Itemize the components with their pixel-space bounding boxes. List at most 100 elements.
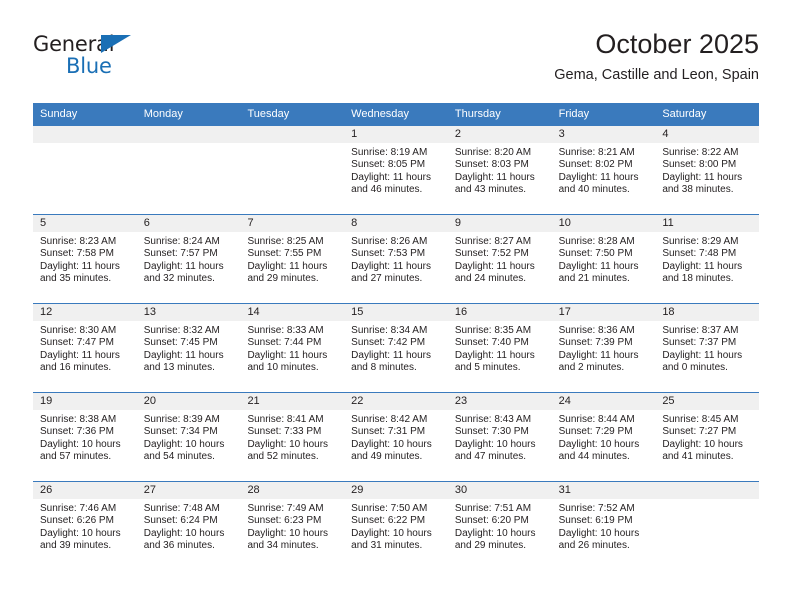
day-number: 8	[344, 215, 448, 232]
day-cell[interactable]: 31 Sunrise: 7:52 AM Sunset: 6:19 PM Dayligh…	[551, 482, 656, 570]
daylight-text-line1: Daylight: 11 hours	[143, 349, 224, 361]
day-cell[interactable]: 28 Sunrise: 7:49 AM Sunset: 6:23 PM Dayligh…	[240, 482, 345, 570]
day-sun-info: Sunrise: 8:41 AM Sunset: 7:33 PM Daylight:…	[240, 410, 344, 464]
day-number: 7	[240, 215, 345, 232]
day-cell[interactable]: 12 Sunrise: 8:30 AM Sunset: 7:47 PM Dayligh…	[33, 304, 137, 392]
daylight-text-line1: Daylight: 10 hours	[247, 438, 329, 450]
day-number: 18	[655, 304, 760, 321]
day-number: 9	[447, 215, 552, 232]
daylight-text-line1: Daylight: 10 hours	[40, 438, 121, 450]
day-cell[interactable]: 5 Sunrise: 8:23 AM Sunset: 7:58 PM Daylight…	[33, 215, 137, 303]
day-cell[interactable]: 25 Sunrise: 8:45 AM Sunset: 7:27 PM Dayligh…	[655, 393, 760, 481]
daylight-text-line1: Daylight: 11 hours	[662, 171, 743, 183]
sunrise-text: Sunrise: 8:43 AM	[454, 414, 532, 425]
day-cell[interactable]: 15 Sunrise: 8:34 AM Sunset: 7:42 PM Dayligh…	[344, 304, 448, 392]
sunset-text: Sunset: 7:53 PM	[351, 248, 426, 260]
day-cell[interactable]: 11 Sunrise: 8:29 AM Sunset: 7:48 PM Dayligh…	[655, 215, 760, 303]
day-cell[interactable]: 18 Sunrise: 8:37 AM Sunset: 7:37 PM Dayligh…	[655, 304, 760, 392]
title-block: October 2025 Gema, Castille and Leon, Sp…	[554, 28, 759, 84]
sunrise-text: Sunrise: 8:42 AM	[351, 414, 428, 425]
day-cell[interactable]: 13 Sunrise: 8:32 AM Sunset: 7:45 PM Dayligh…	[136, 304, 241, 392]
daylight-text-line1: Daylight: 10 hours	[247, 527, 329, 539]
day-sun-info: Sunrise: 8:30 AM Sunset: 7:47 PM Daylight:…	[33, 321, 137, 375]
daylight-text-line2: and 5 minutes.	[454, 362, 521, 374]
day-cell[interactable]: 7 Sunrise: 8:25 AM Sunset: 7:55 PM Daylight…	[240, 215, 345, 303]
daylight-text-line2: and 27 minutes.	[351, 273, 423, 285]
day-sun-info: Sunrise: 8:37 AM Sunset: 7:37 PM Daylight:…	[655, 321, 759, 375]
daylight-text-line2: and 52 minutes.	[247, 451, 319, 463]
day-cell[interactable]: 1 Sunrise: 8:19 AM Sunset: 8:05 PM Daylight…	[344, 126, 448, 214]
sunset-text: Sunset: 7:58 PM	[40, 248, 114, 260]
day-cell[interactable]: 29 Sunrise: 7:50 AM Sunset: 6:22 PM Dayligh…	[344, 482, 448, 570]
logo-text-general: General	[33, 32, 115, 56]
day-cell[interactable]: 23 Sunrise: 8:43 AM Sunset: 7:30 PM Dayligh…	[447, 393, 552, 481]
sunrise-text: Sunrise: 7:49 AM	[247, 503, 324, 514]
day-sun-info: Sunrise: 8:29 AM Sunset: 7:48 PM Daylight:…	[655, 232, 759, 286]
daylight-text-line2: and 39 minutes.	[40, 540, 112, 552]
day-number: 31	[551, 482, 656, 499]
daylight-text-line2: and 49 minutes.	[351, 451, 423, 463]
day-cell[interactable]: 27 Sunrise: 7:48 AM Sunset: 6:24 PM Dayligh…	[136, 482, 241, 570]
day-number: 28	[240, 482, 345, 499]
day-number: 19	[33, 393, 137, 410]
day-number: 23	[447, 393, 552, 410]
day-cell[interactable]: 8 Sunrise: 8:26 AM Sunset: 7:53 PM Daylight…	[344, 215, 448, 303]
day-cell[interactable]: 21 Sunrise: 8:41 AM Sunset: 7:33 PM Dayligh…	[240, 393, 345, 481]
day-cell[interactable]: 30 Sunrise: 7:51 AM Sunset: 6:20 PM Dayligh…	[447, 482, 552, 570]
sunset-text: Sunset: 7:31 PM	[351, 426, 426, 438]
sunrise-text: Sunrise: 8:45 AM	[662, 414, 739, 425]
daylight-text-line1: Daylight: 11 hours	[454, 171, 535, 183]
day-cell[interactable]: 10 Sunrise: 8:28 AM Sunset: 7:50 PM Dayligh…	[551, 215, 656, 303]
daylight-text-line2: and 18 minutes.	[662, 273, 734, 285]
page-title: October 2025	[595, 29, 759, 59]
calendar-week-row: 12 Sunrise: 8:30 AM Sunset: 7:47 PM Dayligh…	[33, 303, 760, 392]
daylight-text-line2: and 24 minutes.	[454, 273, 527, 285]
day-number: 25	[655, 393, 760, 410]
day-sun-info: Sunrise: 8:39 AM Sunset: 7:34 PM Daylight:…	[137, 410, 241, 464]
page-subtitle: Gema, Castille and Leon, Spain	[554, 67, 759, 83]
sunset-text: Sunset: 7:33 PM	[247, 426, 322, 438]
daylight-text-line1: Daylight: 11 hours	[351, 260, 432, 272]
sunrise-text: Sunrise: 8:34 AM	[351, 325, 428, 336]
day-cell[interactable]: 17 Sunrise: 8:36 AM Sunset: 7:39 PM Dayligh…	[551, 304, 656, 392]
day-cell[interactable]: 20 Sunrise: 8:39 AM Sunset: 7:34 PM Dayligh…	[136, 393, 241, 481]
day-cell[interactable]: 6 Sunrise: 8:24 AM Sunset: 7:57 PM Daylight…	[136, 215, 241, 303]
daylight-text-line1: Daylight: 10 hours	[40, 527, 121, 539]
daylight-text-line1: Daylight: 10 hours	[454, 527, 536, 539]
day-cell[interactable]: 14 Sunrise: 8:33 AM Sunset: 7:44 PM Dayligh…	[240, 304, 345, 392]
day-sun-info: Sunrise: 8:27 AM Sunset: 7:52 PM Daylight:…	[448, 232, 552, 286]
day-sun-info: Sunrise: 8:22 AM Sunset: 8:00 PM Daylight:…	[655, 143, 759, 197]
daylight-text-line2: and 0 minutes.	[662, 362, 728, 374]
day-cell[interactable]: 9 Sunrise: 8:27 AM Sunset: 7:52 PM Daylight…	[447, 215, 552, 303]
day-cell[interactable]: 26 Sunrise: 7:46 AM Sunset: 6:26 PM Dayligh…	[33, 482, 137, 570]
day-cell[interactable]: 22 Sunrise: 8:42 AM Sunset: 7:31 PM Dayligh…	[344, 393, 448, 481]
calendar-week-row: 1 Sunrise: 8:19 AM Sunset: 8:05 PM Daylight…	[33, 126, 760, 214]
day-cell[interactable]: 2 Sunrise: 8:20 AM Sunset: 8:03 PM Daylight…	[447, 126, 552, 214]
day-cell-empty	[655, 482, 760, 570]
daylight-text-line1: Daylight: 11 hours	[247, 260, 328, 272]
daylight-text-line2: and 10 minutes.	[247, 362, 319, 374]
day-sun-info: Sunrise: 8:45 AM Sunset: 7:27 PM Daylight:…	[655, 410, 759, 464]
day-number: 6	[136, 215, 241, 232]
day-sun-info: Sunrise: 8:26 AM Sunset: 7:53 PM Daylight:…	[344, 232, 448, 286]
day-cell[interactable]: 16 Sunrise: 8:35 AM Sunset: 7:40 PM Dayligh…	[447, 304, 552, 392]
sunrise-text: Sunrise: 8:30 AM	[40, 325, 117, 336]
daylight-text-line1: Daylight: 11 hours	[454, 260, 535, 272]
sunrise-text: Sunrise: 8:27 AM	[454, 236, 532, 247]
calendar-week-row: 5 Sunrise: 8:23 AM Sunset: 7:58 PM Daylight…	[33, 214, 760, 303]
sunset-text: Sunset: 8:03 PM	[454, 159, 529, 171]
day-cell[interactable]: 3 Sunrise: 8:21 AM Sunset: 8:02 PM Daylight…	[551, 126, 656, 214]
day-sun-info: Sunrise: 8:20 AM Sunset: 8:03 PM Daylight:…	[448, 143, 552, 197]
daylight-text-line2: and 36 minutes.	[143, 540, 215, 552]
sunset-text: Sunset: 7:40 PM	[454, 337, 529, 349]
sunset-text: Sunset: 6:23 PM	[247, 515, 322, 527]
daylight-text-line1: Daylight: 11 hours	[662, 260, 743, 272]
weekday-header-friday: Friday	[558, 108, 590, 120]
day-cell[interactable]: 19 Sunrise: 8:38 AM Sunset: 7:36 PM Dayligh…	[33, 393, 137, 481]
day-number	[240, 126, 345, 143]
daylight-text-line2: and 38 minutes.	[662, 184, 734, 196]
calendar-page: General Blue October 2025 Gema, Castille…	[0, 0, 792, 612]
day-cell[interactable]: 4 Sunrise: 8:22 AM Sunset: 8:00 PM Daylight…	[655, 126, 760, 214]
day-cell[interactable]: 24 Sunrise: 8:44 AM Sunset: 7:29 PM Dayligh…	[551, 393, 656, 481]
sunrise-text: Sunrise: 8:25 AM	[247, 236, 324, 247]
